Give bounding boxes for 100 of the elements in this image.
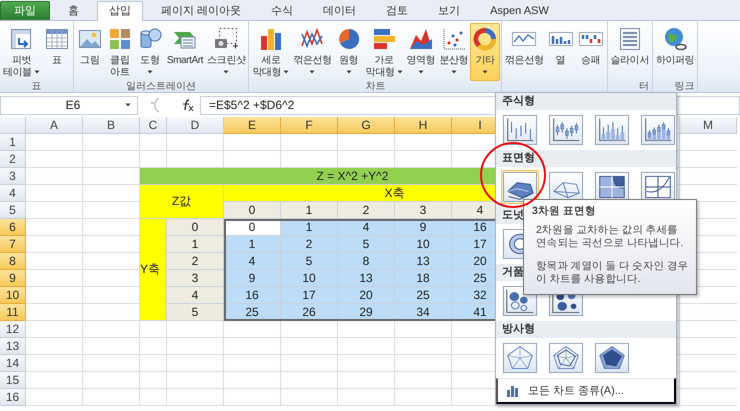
row-number[interactable]: 3 bbox=[0, 168, 26, 185]
table-cell: Y축 bbox=[140, 219, 167, 321]
column-header[interactable]: H bbox=[395, 117, 452, 134]
table-cell[interactable]: 18 bbox=[395, 270, 452, 287]
ribbon-button[interactable]: 세로 막대형 bbox=[250, 23, 292, 81]
ribbon-button[interactable]: SmartArt bbox=[164, 23, 206, 81]
table-cell[interactable]: 13 bbox=[395, 253, 452, 270]
ribbon-tab[interactable]: 보기 bbox=[426, 1, 472, 20]
ribbon-button[interactable]: 꺾은선형 bbox=[503, 23, 546, 81]
table-cell: 0 bbox=[167, 219, 224, 236]
ribbon-button[interactable]: 꺾은선형 bbox=[291, 23, 334, 81]
table-cell: 5 bbox=[167, 304, 224, 321]
table-cell[interactable]: 5 bbox=[281, 253, 338, 270]
table-cell[interactable]: 4 bbox=[224, 253, 281, 270]
column-header[interactable]: E bbox=[224, 117, 281, 134]
globe-icon bbox=[662, 26, 688, 52]
ribbon-button[interactable]: 기타 bbox=[470, 23, 500, 81]
group-label: 링크 bbox=[673, 81, 696, 92]
function-icon[interactable] bbox=[180, 98, 194, 112]
caret-icon[interactable] bbox=[125, 103, 131, 107]
table-cell[interactable]: 20 bbox=[338, 287, 395, 304]
table-cell: 3 bbox=[395, 202, 452, 219]
row-number[interactable]: 5 bbox=[0, 202, 26, 219]
scatter-chart-icon bbox=[440, 26, 467, 52]
ribbon-tab[interactable]: 검토 bbox=[374, 1, 420, 20]
table-cell[interactable]: 8 bbox=[338, 253, 395, 270]
row-number[interactable]: 13 bbox=[0, 338, 26, 355]
row-number[interactable]: 7 bbox=[0, 236, 26, 253]
section-header: 표면형 bbox=[496, 150, 676, 167]
table-cell[interactable]: 10 bbox=[395, 236, 452, 253]
row-number[interactable]: 16 bbox=[0, 389, 26, 406]
section-header: 주식형 bbox=[496, 93, 676, 110]
column-header[interactable]: M bbox=[680, 117, 737, 134]
ribbon-tab[interactable]: 데이터 bbox=[311, 1, 368, 20]
table-cell[interactable]: 5 bbox=[338, 236, 395, 253]
ribbon-button[interactable]: 열 bbox=[546, 23, 576, 81]
table-cell: 3 bbox=[167, 270, 224, 287]
section-header: 방사형 bbox=[496, 321, 676, 338]
ribbon-button[interactable]: 원형 bbox=[334, 23, 364, 81]
table-cell[interactable]: 1 bbox=[224, 236, 281, 253]
column-header[interactable]: D bbox=[167, 117, 224, 134]
table-cell[interactable]: 9 bbox=[224, 270, 281, 287]
ribbon-button[interactable]: 클립 아트 bbox=[104, 23, 135, 81]
row-number[interactable]: 9 bbox=[0, 270, 26, 287]
table-cell[interactable]: 10 bbox=[281, 270, 338, 287]
table-cell: 2 bbox=[167, 253, 224, 270]
row-number[interactable]: 12 bbox=[0, 321, 26, 338]
column-header[interactable]: A bbox=[26, 117, 83, 134]
ribbon-button[interactable]: 슬라이서 bbox=[608, 23, 651, 81]
ribbon-button[interactable]: 가로 막대형 bbox=[364, 23, 404, 81]
group-label: 터 bbox=[638, 81, 650, 92]
table-cell: 1 bbox=[167, 236, 224, 253]
row-number[interactable]: 14 bbox=[0, 355, 26, 372]
group-label: 표 bbox=[30, 81, 42, 92]
ribbon-tab[interactable]: 파일 bbox=[0, 1, 50, 20]
group-label: 일러스트레이션 bbox=[125, 81, 198, 92]
ribbon-button[interactable]: 표 bbox=[42, 23, 72, 81]
ribbon-button[interactable]: 하이퍼링 bbox=[654, 23, 696, 81]
ribbon-tab[interactable]: 홈 bbox=[56, 1, 91, 20]
table-cell[interactable]: 2 bbox=[281, 236, 338, 253]
row-number[interactable]: 4 bbox=[0, 185, 26, 202]
column-header[interactable]: C bbox=[140, 117, 167, 134]
bar-chart-icon bbox=[506, 384, 520, 396]
ribbon-button[interactable]: 도형 bbox=[134, 23, 165, 81]
table-cell[interactable]: 16 bbox=[224, 287, 281, 304]
ribbon-button[interactable]: 그림 bbox=[74, 23, 105, 81]
table-cell[interactable]: 17 bbox=[281, 287, 338, 304]
all-chart-types-item[interactable]: 모든 차트 종류(A)... bbox=[496, 378, 676, 404]
table-cell[interactable]: 25 bbox=[395, 287, 452, 304]
donut-chart-icon bbox=[472, 26, 498, 52]
ribbon-button[interactable]: 피벗 테이블 bbox=[1, 23, 42, 81]
table-cell: 1 bbox=[281, 202, 338, 219]
column-header[interactable]: B bbox=[83, 117, 140, 134]
tooltip-title: 3차원 표면형 bbox=[532, 204, 597, 218]
row-number[interactable]: 11 bbox=[0, 304, 26, 321]
column-header[interactable]: G bbox=[338, 117, 395, 134]
row-number[interactable]: 1 bbox=[0, 134, 26, 151]
column-header[interactable]: F bbox=[281, 117, 338, 134]
bar-chart-icon bbox=[371, 26, 398, 52]
ribbon-button[interactable]: 영역형 bbox=[404, 23, 438, 81]
table-cell: 0 bbox=[224, 202, 281, 219]
row-number[interactable]: 2 bbox=[0, 151, 26, 168]
table-cell: 2 bbox=[338, 202, 395, 219]
table-icon bbox=[44, 26, 70, 52]
row-number[interactable]: 10 bbox=[0, 287, 26, 304]
ribbon-tab[interactable]: 페이지 레이아웃 bbox=[149, 1, 254, 20]
ribbon-tab[interactable]: Aspen ASW bbox=[478, 1, 561, 20]
ribbon-button[interactable]: 분산형 bbox=[437, 23, 470, 81]
ribbon-tab[interactable]: 수식 bbox=[259, 1, 306, 20]
table-cell[interactable]: 13 bbox=[338, 270, 395, 287]
name-box[interactable]: E6 bbox=[0, 96, 138, 114]
ribbon-tab[interactable]: 삽입 bbox=[97, 1, 143, 21]
row-number[interactable]: 8 bbox=[0, 253, 26, 270]
table-cell: 4 bbox=[167, 287, 224, 304]
ribbon-button[interactable]: 승패 bbox=[576, 23, 606, 81]
ribbon-button[interactable]: 스크린샷 bbox=[205, 23, 248, 81]
table-cell: Z값 bbox=[140, 185, 224, 219]
row-number[interactable]: 6 bbox=[0, 219, 26, 236]
row-number[interactable]: 15 bbox=[0, 372, 26, 389]
tooltip-text: 2차원을 교차하는 값의 추세를 연속되는 곡선으로 나타냅니다. bbox=[536, 224, 684, 250]
